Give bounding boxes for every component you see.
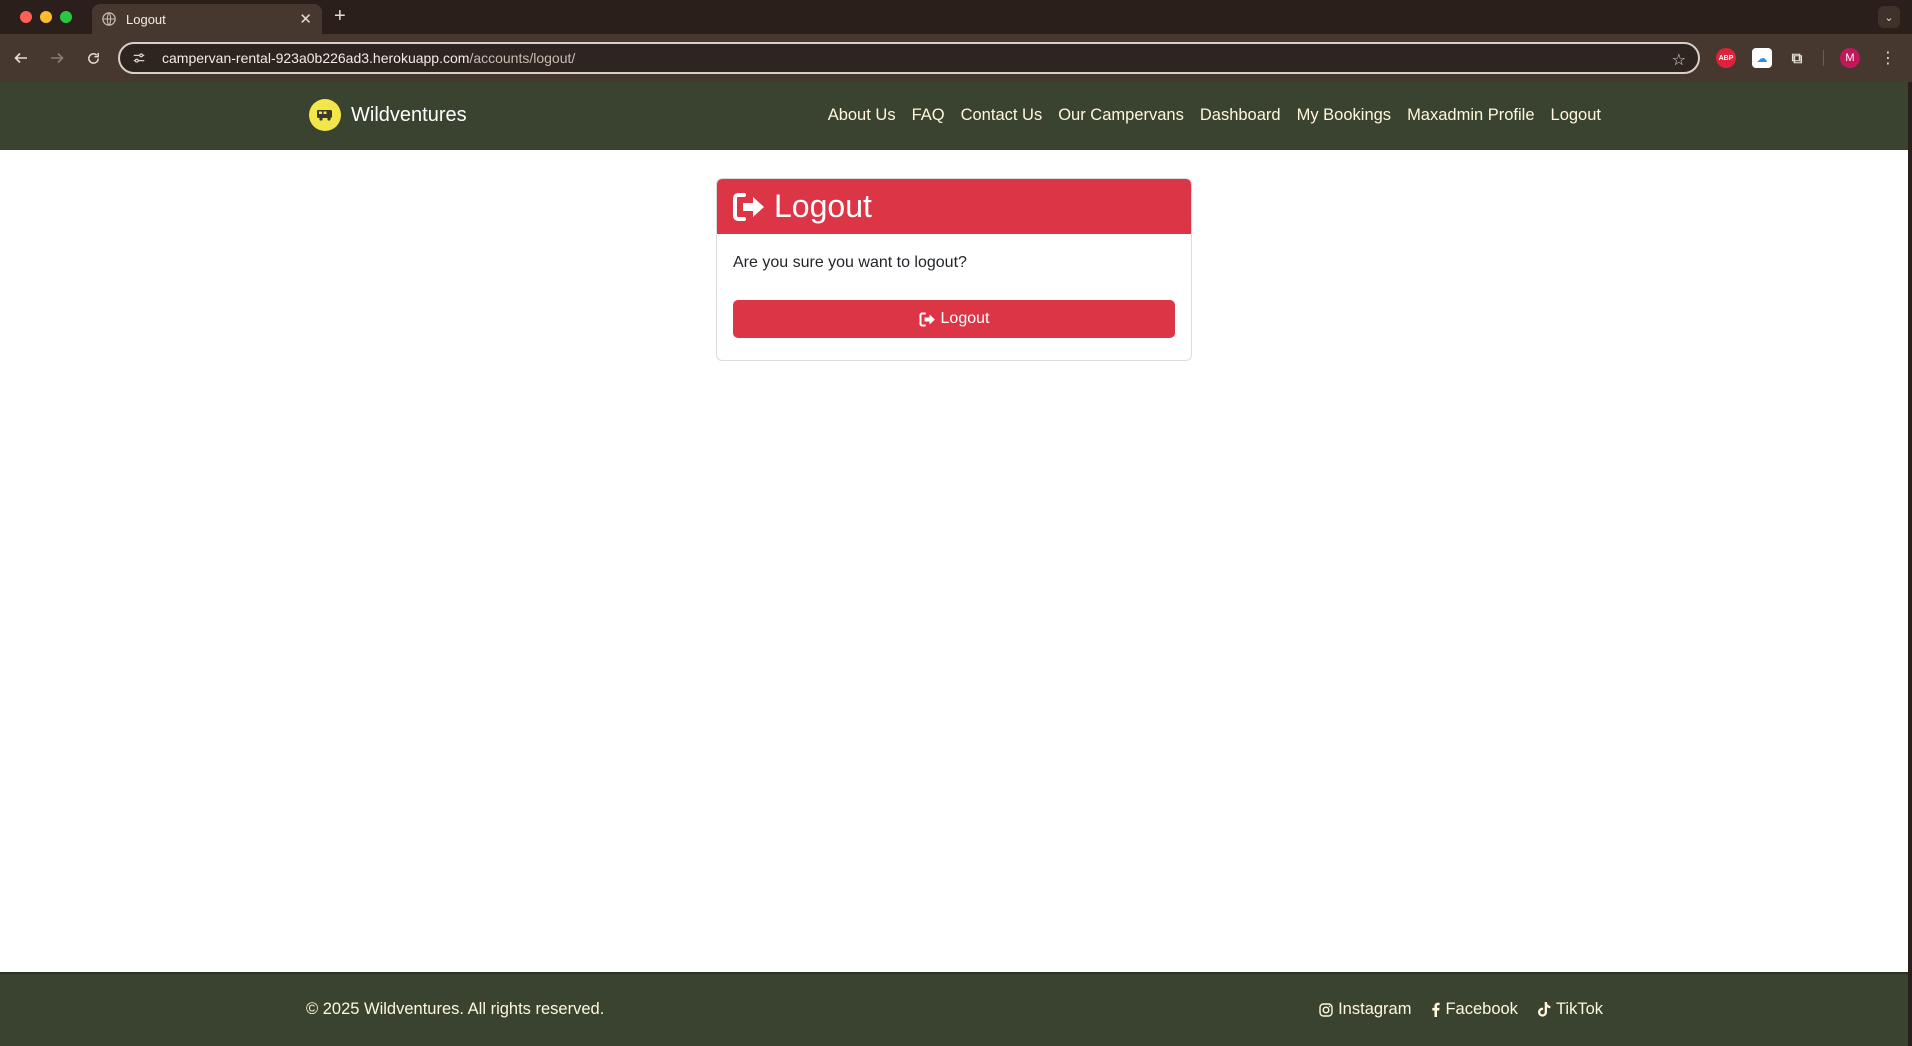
sign-out-icon [733, 192, 764, 221]
tiktok-link[interactable]: TikTok [1537, 1000, 1603, 1019]
extensions-puzzle-icon[interactable]: ⧉ [1787, 48, 1807, 68]
brand-name: Wildventures [351, 103, 467, 126]
window-controls [20, 11, 72, 23]
facebook-link[interactable]: Facebook [1431, 1000, 1518, 1019]
browser-toolbar: campervan-rental-923a0b226ad3.herokuapp.… [0, 34, 1912, 82]
cloud-extension-icon[interactable]: ☁ [1752, 48, 1772, 68]
tiktok-icon [1537, 1002, 1551, 1017]
campervan-logo-icon [309, 99, 341, 131]
reload-button[interactable] [82, 47, 104, 69]
nav-links: About Us FAQ Contact Us Our Campervans D… [812, 106, 1601, 125]
brand-link[interactable]: Wildventures [309, 99, 467, 131]
nav-link-profile[interactable]: Maxadmin Profile [1407, 106, 1534, 125]
minimize-window-button[interactable] [40, 11, 52, 23]
site-settings-icon[interactable] [132, 51, 146, 65]
instagram-icon [1319, 1002, 1333, 1017]
window-edge [1908, 82, 1912, 1046]
url-text: campervan-rental-923a0b226ad3.herokuapp.… [162, 50, 575, 66]
copyright-text: © 2025 Wildventures. All rights reserved… [306, 1000, 605, 1018]
arrow-right-icon [51, 52, 64, 64]
toolbar-divider [1823, 50, 1824, 66]
globe-icon [102, 12, 116, 26]
instagram-link[interactable]: Instagram [1319, 1000, 1411, 1019]
nav-link-dashboard[interactable]: Dashboard [1200, 106, 1281, 125]
instagram-label: Instagram [1338, 1000, 1412, 1018]
close-window-button[interactable] [20, 11, 32, 23]
forward-button[interactable] [46, 47, 68, 69]
browser-tab-active[interactable]: Logout ✕ [92, 4, 322, 34]
address-bar[interactable]: campervan-rental-923a0b226ad3.herokuapp.… [118, 42, 1700, 74]
card-body: Are you sure you want to logout? Logout [717, 234, 1191, 358]
site-footer: © 2025 Wildventures. All rights reserved… [0, 972, 1908, 1046]
nav-link-about-us[interactable]: About Us [828, 106, 896, 125]
sign-out-icon [919, 312, 935, 326]
nav-link-logout[interactable]: Logout [1551, 106, 1601, 125]
card-title: Logout [774, 188, 872, 224]
nav-link-our-campervans[interactable]: Our Campervans [1058, 106, 1184, 125]
confirm-message: Are you sure you want to logout? [733, 254, 967, 271]
nav-link-contact-us[interactable]: Contact Us [961, 106, 1043, 125]
facebook-icon [1432, 1002, 1441, 1017]
tab-title: Logout [126, 11, 166, 27]
close-tab-icon[interactable]: ✕ [299, 12, 312, 27]
adblock-extension-icon[interactable]: ABP [1716, 48, 1736, 68]
nav-link-faq[interactable]: FAQ [912, 106, 945, 125]
maximize-window-button[interactable] [60, 11, 72, 23]
browser-tab-strip: Logout ✕ + ⌄ [0, 0, 1912, 34]
logout-button[interactable]: Logout [733, 300, 1175, 338]
bookmark-star-icon[interactable]: ☆ [1672, 50, 1686, 70]
tab-search-chevron-icon[interactable]: ⌄ [1878, 6, 1900, 28]
url-path: /accounts/logout/ [469, 50, 576, 66]
logout-button-label: Logout [940, 310, 990, 327]
profile-avatar[interactable]: M [1840, 48, 1860, 68]
card-header: Logout [717, 179, 1191, 234]
reload-icon [87, 52, 99, 64]
facebook-label: Facebook [1445, 1000, 1518, 1018]
back-button[interactable] [10, 47, 32, 69]
tiktok-label: TikTok [1555, 1000, 1603, 1018]
arrow-left-icon [14, 52, 27, 64]
browser-menu-icon[interactable]: ⋮ [1880, 48, 1896, 68]
nav-link-my-bookings[interactable]: My Bookings [1297, 106, 1391, 125]
new-tab-button[interactable]: + [334, 6, 346, 26]
site-navbar: Wildventures About Us FAQ Contact Us Our… [0, 82, 1908, 150]
url-host: campervan-rental-923a0b226ad3.herokuapp.… [162, 50, 470, 66]
social-links: Instagram Facebook TikTok [1299, 1000, 1603, 1019]
logout-card: Logout Are you sure you want to logout? … [716, 178, 1192, 361]
